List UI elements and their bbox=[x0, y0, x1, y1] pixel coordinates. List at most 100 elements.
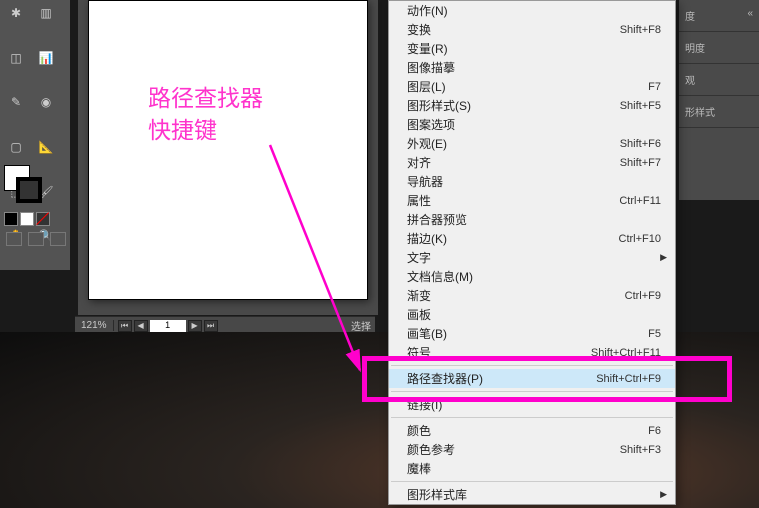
tool-spray-icon[interactable]: ✱ bbox=[2, 2, 30, 24]
menu-item-shortcut: Shift+F5 bbox=[620, 100, 661, 112]
right-panels: 度« 明度 观 形样式 bbox=[679, 0, 759, 200]
menu-item[interactable]: 外观(E)Shift+F6 bbox=[389, 134, 675, 153]
canvas-area bbox=[78, 0, 378, 315]
menu-separator bbox=[391, 481, 673, 482]
screen-mode-full-icon[interactable] bbox=[28, 232, 44, 246]
nav-prev-icon[interactable]: ◀ bbox=[134, 320, 148, 332]
tool-slice-icon[interactable]: ◫ bbox=[2, 47, 30, 69]
menu-item-label: 变换 bbox=[407, 21, 620, 38]
menu-item-shortcut: F5 bbox=[648, 328, 661, 340]
menu-item-label: 文字 bbox=[407, 249, 661, 266]
color-mode-solid-icon[interactable] bbox=[4, 212, 18, 226]
tool-artboard-icon[interactable]: ▢ bbox=[2, 136, 30, 158]
panel-transparency[interactable]: 明度 bbox=[679, 32, 759, 64]
menu-item[interactable]: 路径查找器(P)Shift+Ctrl+F9 bbox=[389, 369, 675, 388]
menu-item-label: 外观(E) bbox=[407, 135, 620, 152]
menu-item[interactable]: 拼合器预览 bbox=[389, 210, 675, 229]
menu-item-label: 拼合器预览 bbox=[407, 211, 661, 228]
menu-item-label: 属性 bbox=[407, 192, 619, 209]
menu-item-label: 画笔(B) bbox=[407, 325, 648, 342]
menu-item[interactable]: 文字▶ bbox=[389, 248, 675, 267]
menu-item[interactable]: 图形样式库▶ bbox=[389, 485, 675, 504]
submenu-arrow-icon: ▶ bbox=[660, 489, 667, 500]
color-mode-gradient-icon[interactable] bbox=[20, 212, 34, 226]
artboard[interactable] bbox=[88, 0, 368, 300]
nav-next-icon[interactable]: ▶ bbox=[188, 320, 202, 332]
menu-item[interactable]: 图层(L)F7 bbox=[389, 77, 675, 96]
menu-item[interactable]: 图形样式(S)Shift+F5 bbox=[389, 96, 675, 115]
menu-item-shortcut: Shift+F8 bbox=[620, 24, 661, 36]
menu-item[interactable]: 动作(N) bbox=[389, 1, 675, 20]
menu-separator bbox=[391, 391, 673, 392]
menu-item-label: 图像描摹 bbox=[407, 59, 661, 76]
menu-item[interactable]: 魔棒 bbox=[389, 459, 675, 478]
menu-item-shortcut: Shift+Ctrl+F9 bbox=[596, 373, 661, 385]
menu-item-label: 描边(K) bbox=[407, 230, 619, 247]
menu-item[interactable]: 导航器 bbox=[389, 172, 675, 191]
zoom-level[interactable]: 121% bbox=[75, 320, 114, 331]
menu-item-shortcut: Ctrl+F10 bbox=[619, 233, 662, 245]
menu-item-label: 链接(I) bbox=[407, 396, 661, 413]
menu-item[interactable]: 对齐Shift+F7 bbox=[389, 153, 675, 172]
menu-item[interactable]: 变量(R) bbox=[389, 39, 675, 58]
nav-last-icon[interactable]: ⏭ bbox=[204, 320, 218, 332]
screen-mode-icons bbox=[6, 232, 66, 246]
color-swatches[interactable] bbox=[4, 165, 44, 205]
tool-chart-icon[interactable]: ▥ bbox=[32, 2, 60, 24]
panel-opacity[interactable]: 度« bbox=[679, 0, 759, 32]
menu-item[interactable]: 属性Ctrl+F11 bbox=[389, 191, 675, 210]
menu-item-label: 路径查找器(P) bbox=[407, 370, 596, 387]
mini-color-mode bbox=[4, 212, 50, 226]
menu-item-label: 导航器 bbox=[407, 173, 661, 190]
panel-close-icon: « bbox=[747, 8, 753, 19]
menu-item[interactable]: 图像描摹 bbox=[389, 58, 675, 77]
menu-item[interactable]: 描边(K)Ctrl+F10 bbox=[389, 229, 675, 248]
menu-item[interactable]: 符号Shift+Ctrl+F11 bbox=[389, 343, 675, 362]
menu-item[interactable]: 颜色参考Shift+F3 bbox=[389, 440, 675, 459]
menu-item[interactable]: 变换Shift+F8 bbox=[389, 20, 675, 39]
color-mode-none-icon[interactable] bbox=[36, 212, 50, 226]
menu-item-shortcut: F6 bbox=[648, 425, 661, 437]
panel-appearance[interactable]: 观 bbox=[679, 64, 759, 96]
menu-item-label: 图形样式(S) bbox=[407, 97, 620, 114]
submenu-arrow-icon: ▶ bbox=[660, 252, 667, 263]
menu-item[interactable]: 渐变Ctrl+F9 bbox=[389, 286, 675, 305]
menu-item-label: 颜色参考 bbox=[407, 441, 620, 458]
menu-item-shortcut: Shift+Ctrl+F11 bbox=[591, 347, 661, 359]
menu-item[interactable]: 文档信息(M) bbox=[389, 267, 675, 286]
nav-first-icon[interactable]: ⏮ bbox=[118, 320, 132, 332]
menu-separator bbox=[391, 417, 673, 418]
menu-item-shortcut: Ctrl+F9 bbox=[625, 290, 661, 302]
menu-item-label: 符号 bbox=[407, 344, 591, 361]
menu-item-shortcut: Shift+F7 bbox=[620, 157, 661, 169]
menu-item-label: 颜色 bbox=[407, 422, 648, 439]
screen-mode-present-icon[interactable] bbox=[50, 232, 66, 246]
menu-item-label: 对齐 bbox=[407, 154, 620, 171]
menu-item-shortcut: Shift+F6 bbox=[620, 138, 661, 150]
tool-graph-icon[interactable]: 📊 bbox=[32, 47, 60, 69]
screen-mode-normal-icon[interactable] bbox=[6, 232, 22, 246]
menu-item[interactable]: 画板 bbox=[389, 305, 675, 324]
menu-item[interactable]: 颜色F6 bbox=[389, 421, 675, 440]
menu-item-shortcut: F7 bbox=[648, 81, 661, 93]
menu-item-label: 文档信息(M) bbox=[407, 268, 661, 285]
menu-item-label: 魔棒 bbox=[407, 460, 661, 477]
menu-item-label: 变量(R) bbox=[407, 40, 661, 57]
selection-label: 选择 bbox=[347, 318, 375, 333]
menu-item-shortcut: Shift+F3 bbox=[620, 444, 661, 456]
menu-item-label: 动作(N) bbox=[407, 2, 661, 19]
menu-item-label: 渐变 bbox=[407, 287, 625, 304]
menu-item-shortcut: Ctrl+F11 bbox=[619, 195, 661, 207]
menu-item[interactable]: 链接(I) bbox=[389, 395, 675, 414]
tool-eyedropper-icon[interactable]: ✎ bbox=[2, 91, 30, 113]
menu-item[interactable]: 图案选项 bbox=[389, 115, 675, 134]
menu-item[interactable]: 画笔(B)F5 bbox=[389, 324, 675, 343]
tool-measure-icon[interactable]: 📐 bbox=[32, 136, 60, 158]
panel-graphic-styles[interactable]: 形样式 bbox=[679, 96, 759, 128]
tools-panel: ✱ ▥ ◫ 📊 ✎ ◉ ▢ 📐 ⬚ 🖌 ✋ 🔍 bbox=[0, 0, 70, 270]
tool-blend-icon[interactable]: ◉ bbox=[32, 91, 60, 113]
stroke-swatch[interactable] bbox=[16, 177, 42, 203]
menu-separator bbox=[391, 365, 673, 366]
page-input[interactable]: 1 bbox=[150, 320, 186, 332]
menu-item-label: 画板 bbox=[407, 306, 661, 323]
